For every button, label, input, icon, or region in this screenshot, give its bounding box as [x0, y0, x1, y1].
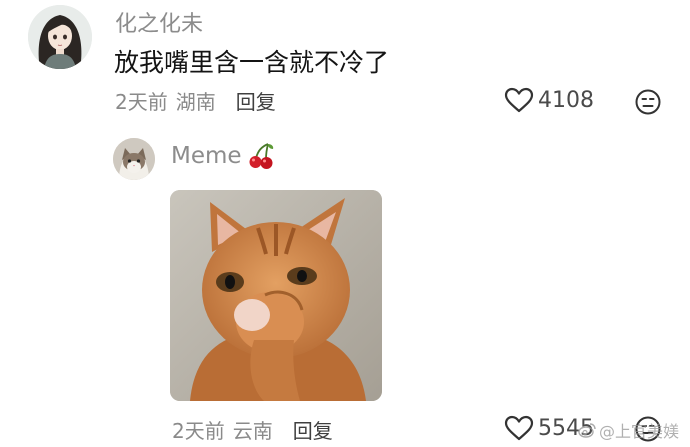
watermark: @上官美媄 [578, 418, 679, 442]
reply-button[interactable]: 回复 [236, 90, 276, 114]
reply-time: 2天前 [172, 419, 225, 443]
reply-image[interactable] [170, 190, 382, 401]
reply-username[interactable]: Meme [171, 141, 276, 171]
reply-location: 云南 [232, 419, 273, 443]
orange-cat-photo [170, 190, 382, 401]
watermark-text: @上官美媄 [599, 422, 680, 441]
neutral-face-icon[interactable] [634, 88, 662, 120]
cat-avatar-icon [113, 138, 155, 180]
comment-username[interactable]: 化之化未 [115, 6, 203, 38]
anime-girl-avatar-icon [28, 5, 92, 69]
like-count: 4108 [538, 87, 594, 113]
comment-text: 放我嘴里含一含就不冷了 [114, 48, 390, 77]
comment-meta: 2天前 湖南 回复 [115, 86, 276, 115]
heart-outline-icon [504, 415, 534, 441]
weibo-logo-icon [578, 423, 596, 438]
comment-location: 湖南 [175, 90, 216, 114]
heart-outline-icon [504, 87, 534, 113]
like-button[interactable]: 4108 [504, 87, 594, 113]
cherry-icon [249, 143, 273, 169]
avatar[interactable] [28, 5, 92, 69]
reply-username-text: Meme [171, 143, 242, 169]
reply-meta: 2天前 云南 回复 [172, 415, 333, 444]
comment-time: 2天前 [115, 90, 168, 114]
reply-reply-button[interactable]: 回复 [293, 419, 333, 443]
reply-avatar[interactable] [113, 138, 155, 180]
